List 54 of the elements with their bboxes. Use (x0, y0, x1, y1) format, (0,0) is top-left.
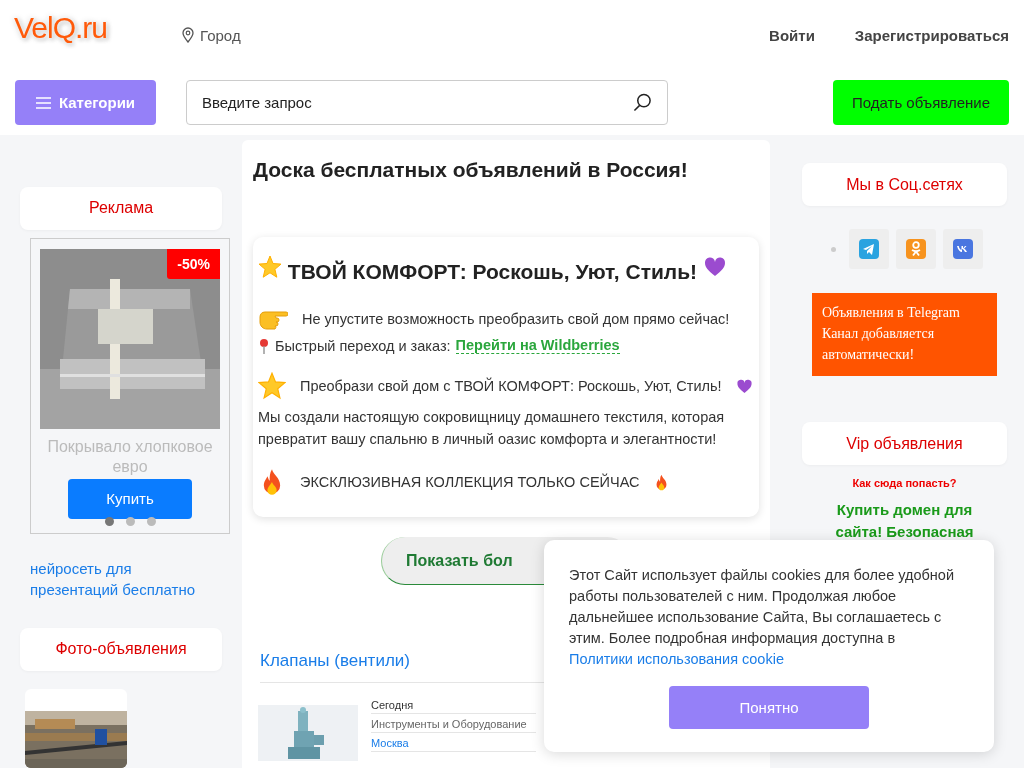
star-icon (258, 255, 282, 279)
photo-ad-card[interactable] (25, 688, 127, 768)
discount-badge: -50% (167, 248, 220, 279)
carousel-dot[interactable] (125, 516, 135, 526)
categories-button[interactable]: Категории (15, 80, 156, 125)
paper-plane-icon (859, 239, 879, 259)
listing-date: Сегодня (371, 695, 536, 714)
telegram-banner[interactable]: Объявления в Telegram Канал добавляется автоматически! (812, 293, 997, 376)
listing-title[interactable]: Клапаны (вентили) (260, 651, 410, 670)
photo-ads-heading: Фото-объявления (20, 627, 222, 671)
star-icon (258, 372, 286, 400)
location-pin-icon (182, 27, 195, 43)
wildberries-link[interactable]: Перейти на Wildberries (455, 337, 620, 354)
vk-button[interactable] (943, 229, 983, 269)
banner-text: Объявления в Telegram (822, 304, 961, 322)
promo-text: ЭКСКЛЮЗИВНАЯ КОЛЛЕКЦИЯ ТОЛЬКО СЕЙЧАС (300, 474, 640, 490)
heart-icon (735, 377, 753, 395)
promo-text: Быстрый переход и заказ: (275, 337, 451, 354)
promo-text: Не упустите возможность преобразить свой дом прямо сейчас! (302, 311, 730, 327)
carousel-dot[interactable] (146, 516, 156, 526)
accept-button[interactable]: Понятно (669, 686, 869, 729)
ok-logo-icon (906, 239, 926, 259)
listing-city[interactable]: Москва (371, 733, 536, 752)
search-icon[interactable] (633, 93, 652, 112)
cookie-policy-link[interactable]: Политики использования cookie (569, 649, 784, 670)
vip-offer-link[interactable]: Купить домен для сайта! Безопасная (829, 499, 980, 543)
page-title: Доска бесплатных объявлений в Россия! (253, 158, 689, 182)
menu-icon (35, 96, 51, 109)
social-heading: Мы в Соц.сетях (802, 163, 1007, 206)
search-field[interactable]: Введите запрос (186, 80, 668, 125)
carousel-dot[interactable] (104, 516, 114, 526)
vk-logo-icon (953, 239, 973, 259)
register-link[interactable]: Зарегистрироваться (854, 26, 1009, 44)
banner-text: Канал добавляется (822, 325, 936, 343)
promo-heading: ТВОЙ КОМФОРТ: Роскошь, Уют, Стиль! (287, 260, 698, 283)
ads-heading: Реклама (20, 187, 222, 230)
pin-icon (258, 337, 270, 354)
listing-category: Инструменты и Оборудование (371, 714, 536, 733)
how-to-get-here-link[interactable]: Как сюда попасть? (852, 477, 957, 489)
banner-text: автоматически! (822, 346, 916, 364)
bullet-icon (831, 246, 836, 252)
ad-link[interactable]: нейросеть для презентаций бесплатно (30, 557, 222, 600)
buy-button[interactable]: Купить (68, 478, 192, 519)
login-link[interactable]: Войти (769, 26, 815, 44)
promo-description: Мы создали настоящую сокровищницу домашнего текстиля, которая превратит вашу спальню в личный оазис комфорта и элегантности! (258, 408, 726, 449)
ad-title: Покрывало хлопковое евро (46, 436, 214, 477)
site-logo[interactable]: VelQ.ru (14, 11, 108, 45)
vip-heading: Vip объявления (802, 422, 1007, 465)
odnoklassniki-button[interactable] (896, 229, 936, 269)
promo-text: Преобрази свой дом с ТВОЙ КОМФОРТ: Роскошь, Уют, Стиль! (300, 378, 722, 394)
city-selector[interactable]: Город (200, 26, 241, 44)
heart-icon (702, 255, 727, 279)
telegram-button[interactable] (849, 229, 889, 269)
post-ad-button[interactable]: Подать объявление (833, 80, 1009, 125)
